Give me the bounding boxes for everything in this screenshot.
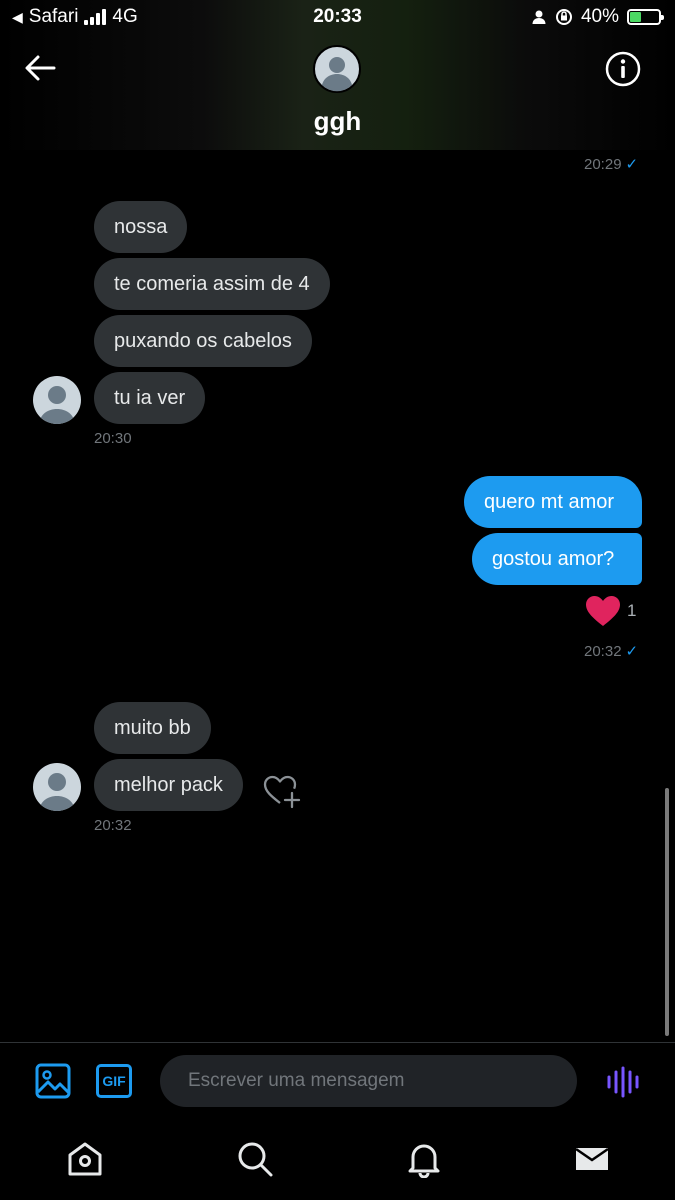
message-reaction[interactable]: 1 — [585, 595, 636, 627]
message-bubble-incoming[interactable]: puxando os cabelos — [94, 315, 312, 367]
search-icon[interactable] — [236, 1140, 274, 1178]
status-right: 40% — [531, 6, 664, 28]
status-bar: ◀ Safari 4G 20:33 40% — [0, 0, 675, 34]
add-reaction-icon[interactable] — [262, 774, 302, 810]
message-bubble-incoming[interactable]: muito bb — [94, 702, 211, 754]
read-check-icon: ✓ — [625, 643, 639, 660]
battery-icon — [627, 9, 664, 25]
message-timestamp: 20:32 ✓ — [584, 643, 639, 660]
scrollbar[interactable] — [665, 788, 669, 1036]
voice-message-icon[interactable] — [606, 1066, 640, 1098]
image-icon[interactable] — [35, 1063, 71, 1099]
battery-percent: 40% — [580, 6, 619, 27]
orientation-lock-icon — [555, 9, 572, 25]
message-bubble-outgoing[interactable]: gostou amor? — [472, 533, 642, 585]
header-avatar[interactable] — [313, 45, 361, 93]
person-icon — [532, 10, 546, 24]
heart-reaction-icon — [586, 596, 620, 626]
sender-avatar[interactable] — [33, 763, 81, 811]
message-timestamp: 20:32 — [94, 817, 132, 834]
home-icon[interactable] — [66, 1140, 104, 1178]
reaction-count: 1 — [627, 601, 637, 620]
message-bubble-incoming[interactable]: tu ia ver — [94, 372, 206, 424]
conversation-name[interactable]: ggh — [0, 106, 675, 137]
read-check-icon: ✓ — [625, 156, 639, 173]
info-icon[interactable] — [604, 50, 642, 88]
notifications-bell-icon[interactable] — [405, 1140, 443, 1179]
back-arrow-icon[interactable] — [22, 52, 58, 84]
message-bubble-incoming[interactable]: nossa — [94, 201, 188, 253]
message-timestamp: 20:29 ✓ — [584, 156, 639, 173]
message-bubble-incoming[interactable]: melhor pack — [94, 759, 243, 811]
sender-avatar[interactable] — [33, 376, 81, 424]
message-bubble-outgoing[interactable]: quero mt amor — [464, 476, 642, 528]
message-timestamp: 20:30 — [94, 430, 132, 447]
messages-mail-icon[interactable] — [573, 1140, 611, 1178]
message-bubble-incoming[interactable]: te comeria assim de 4 — [94, 258, 330, 310]
message-input[interactable]: Escrever uma mensagem — [160, 1055, 577, 1107]
gif-button[interactable]: GIF — [96, 1064, 132, 1098]
